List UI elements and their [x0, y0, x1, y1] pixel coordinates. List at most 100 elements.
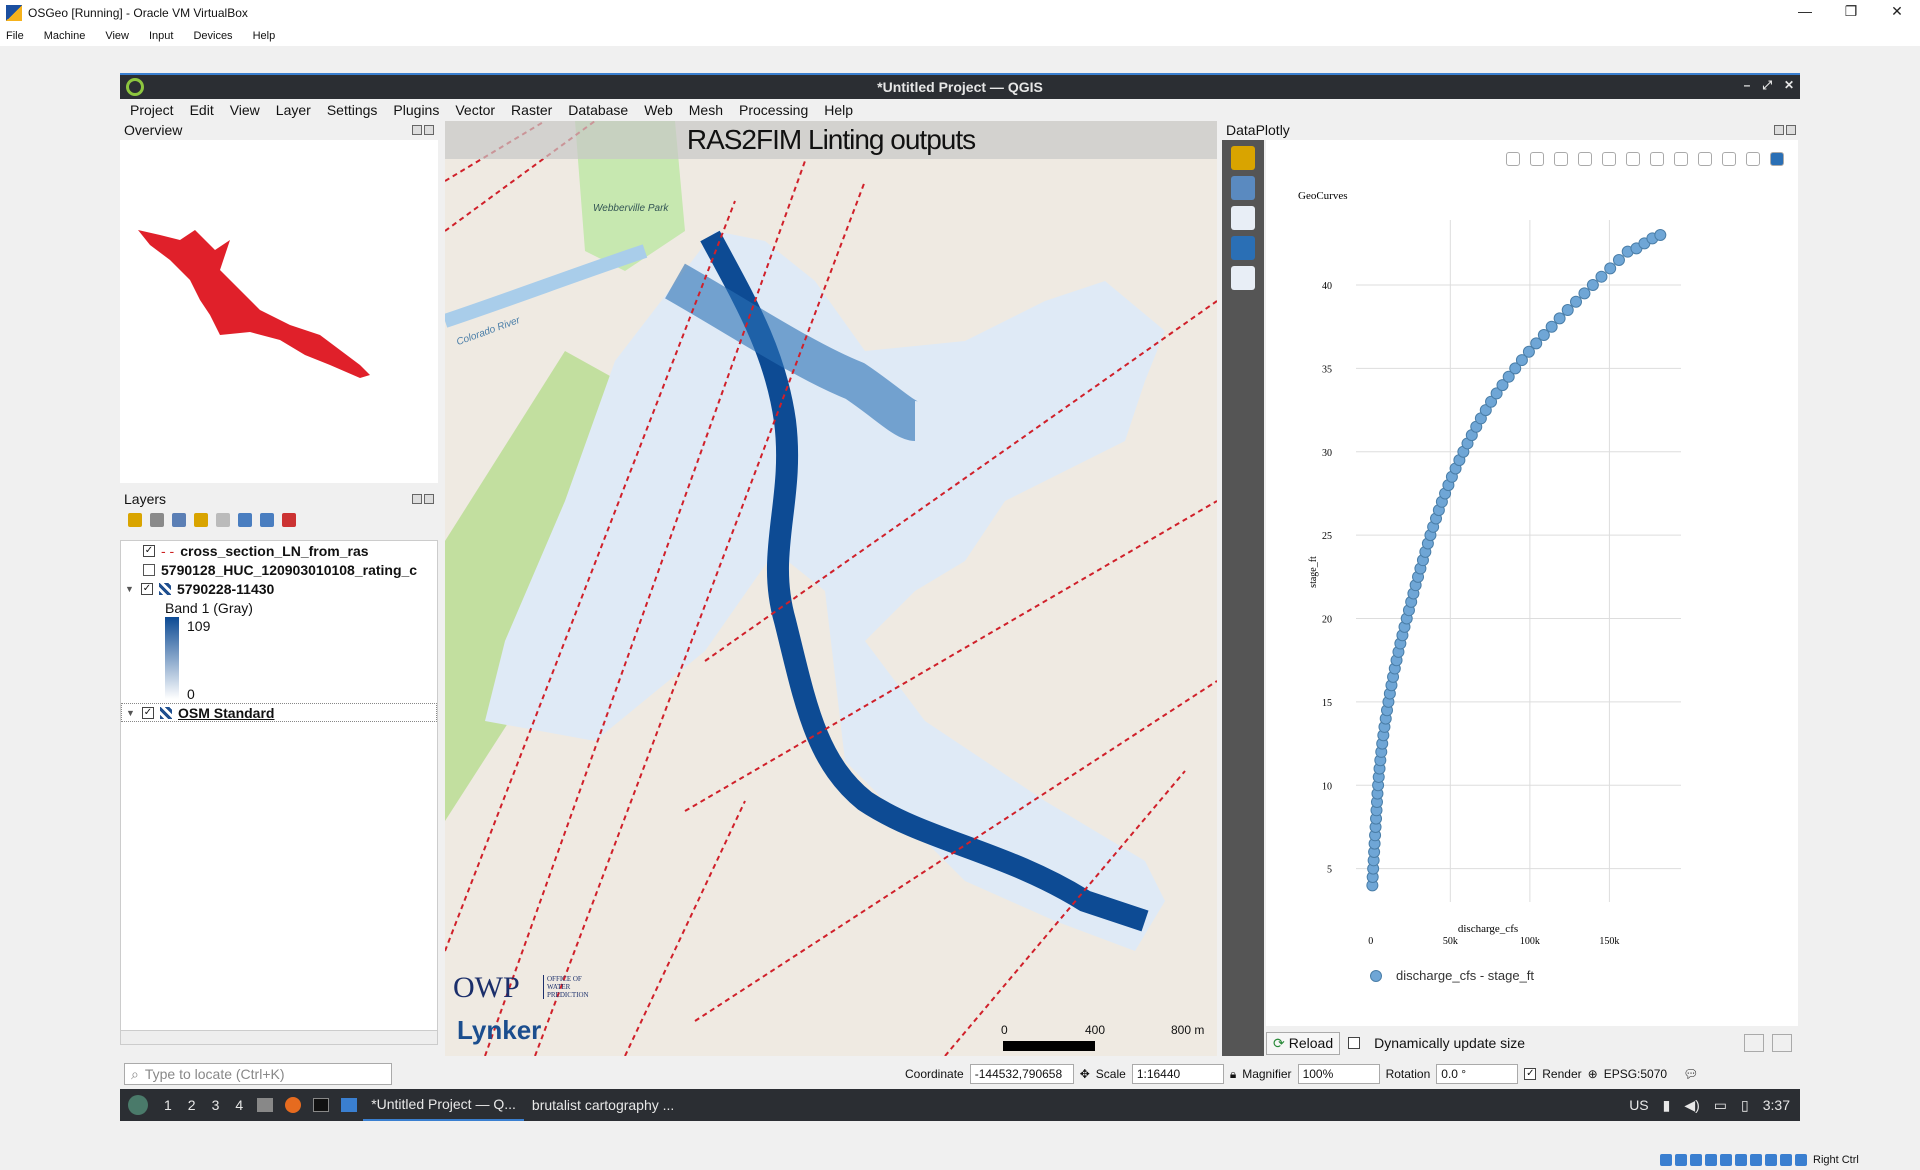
menu-view[interactable]: View — [230, 102, 260, 118]
map-canvas[interactable]: RAS2FIM Linting outputs Webberville Park… — [445, 121, 1217, 1056]
menu-help[interactable]: Help — [824, 102, 853, 118]
network-icon[interactable] — [1705, 1154, 1717, 1166]
rotation-field[interactable]: 0.0 ° — [1436, 1064, 1519, 1084]
plot-properties-icon[interactable] — [1231, 146, 1255, 170]
vbox-menu-view[interactable]: View — [105, 30, 129, 42]
display-icon[interactable] — [1750, 1154, 1762, 1166]
mouse-integration-icon[interactable] — [1795, 1154, 1807, 1166]
mouse-coordinate-icon[interactable]: ✥ — [1080, 1067, 1090, 1081]
battery-icon[interactable]: ▮ — [1663, 1097, 1671, 1114]
zoom-out-icon[interactable] — [1626, 152, 1640, 166]
close-button[interactable]: ✕ — [1874, 0, 1920, 26]
crs-icon[interactable]: ⊕ — [1588, 1067, 1598, 1081]
menu-layer[interactable]: Layer — [276, 102, 311, 118]
filter-legend-icon[interactable] — [194, 513, 208, 527]
render-checkbox[interactable]: ✓ — [1524, 1068, 1537, 1080]
close-icon[interactable] — [424, 494, 434, 504]
optical-icon[interactable] — [1675, 1154, 1687, 1166]
task-qgis[interactable]: *Untitled Project — Q... — [363, 1089, 524, 1121]
vbox-menu-machine[interactable]: Machine — [44, 30, 86, 42]
plotly-logo-icon[interactable] — [1770, 152, 1784, 166]
usb-icon[interactable] — [1720, 1154, 1732, 1166]
minimize-button[interactable]: — — [1782, 0, 1828, 26]
layer-item-raster[interactable]: ▼ ✓ 5790228-11430 — [121, 579, 274, 598]
close-icon[interactable] — [1786, 125, 1796, 135]
qgis-minimize-button[interactable]: – — [1744, 78, 1751, 93]
collapse-arrow-icon[interactable]: ▼ — [125, 584, 137, 594]
workspace-3[interactable]: 3 — [212, 1097, 220, 1113]
files-icon[interactable] — [257, 1098, 274, 1112]
hover-closest-icon[interactable] — [1722, 152, 1736, 166]
box-select-icon[interactable] — [1554, 152, 1568, 166]
magnifier-field[interactable]: 100% — [1297, 1064, 1380, 1084]
menu-web[interactable]: Web — [644, 102, 673, 118]
notification-icon[interactable]: ▯ — [1741, 1097, 1749, 1114]
volume-icon[interactable]: ◀︎) — [1684, 1097, 1699, 1114]
zoom-in-icon[interactable] — [1602, 152, 1616, 166]
terminal-icon[interactable] — [313, 1098, 330, 1112]
messages-icon[interactable]: 💬︎ — [1683, 1067, 1698, 1081]
desktop-icon[interactable] — [341, 1098, 358, 1112]
remove-layer-icon[interactable] — [282, 513, 296, 527]
collapse-arrow-icon[interactable]: ▼ — [126, 708, 138, 718]
scale-field[interactable]: 1:16440 — [1131, 1064, 1224, 1084]
export-html-icon[interactable] — [1772, 1034, 1792, 1052]
float-icon[interactable] — [1774, 125, 1784, 135]
close-icon[interactable] — [424, 125, 434, 135]
manage-visibility-icon[interactable] — [172, 513, 186, 527]
qgis-close-button[interactable]: ✕ — [1784, 78, 1794, 93]
menu-settings[interactable]: Settings — [327, 102, 378, 118]
vbox-menu-file[interactable]: File — [6, 30, 24, 42]
autoscale-icon[interactable] — [1650, 152, 1664, 166]
layer-item-cross-section[interactable]: ✓ ‑ ‑ cross_section_LN_from_ras — [121, 541, 369, 560]
zoom-icon[interactable] — [1506, 152, 1520, 166]
layer-checkbox[interactable]: ✓ — [141, 582, 153, 595]
vbox-menu-help[interactable]: Help — [253, 30, 276, 42]
keyboard-layout[interactable]: US — [1629, 1097, 1648, 1113]
horizontal-scrollbar[interactable] — [121, 1030, 437, 1044]
layer-item-rating-table[interactable]: 5790128_HUC_120903010108_rating_c — [121, 560, 417, 579]
vbox-menu-devices[interactable]: Devices — [193, 30, 232, 42]
network-icon[interactable]: ▭ — [1714, 1097, 1727, 1114]
qgis-maximize-button[interactable]: ⤢ — [1762, 78, 1772, 93]
plot-area[interactable]: GeoCurves 0 50k 100k 150k 5 10 15 20 25 30 35 40 d… — [1266, 140, 1798, 1026]
lasso-icon[interactable] — [1578, 152, 1592, 166]
workspace-2[interactable]: 2 — [188, 1097, 196, 1113]
task-firefox[interactable]: brutalist cartography ... — [524, 1097, 682, 1113]
audio-icon[interactable] — [1690, 1154, 1702, 1166]
filter-expression-icon[interactable] — [216, 513, 230, 527]
style-panel-icon[interactable] — [128, 513, 142, 527]
menu-edit[interactable]: Edit — [190, 102, 214, 118]
add-group-icon[interactable] — [150, 513, 164, 527]
float-icon[interactable] — [412, 494, 422, 504]
coordinate-field[interactable]: -144532,790658 — [969, 1064, 1074, 1084]
expand-all-icon[interactable] — [238, 513, 252, 527]
reload-button[interactable]: ⟳ Reload — [1266, 1031, 1341, 1055]
dynamic-size-checkbox[interactable] — [1348, 1037, 1361, 1049]
pan-icon[interactable] — [1530, 152, 1544, 166]
menu-mesh[interactable]: Mesh — [689, 102, 723, 118]
float-icon[interactable] — [412, 125, 422, 135]
workspace-1[interactable]: 1 — [164, 1097, 172, 1113]
spike-lines-icon[interactable] — [1698, 152, 1712, 166]
firefox-icon[interactable] — [285, 1097, 302, 1113]
restore-button[interactable]: ❐ — [1828, 0, 1874, 26]
shared-folder-icon[interactable] — [1735, 1154, 1747, 1166]
locator-input[interactable]: ⌕ Type to locate (Ctrl+K) — [124, 1063, 392, 1085]
layer-checkbox[interactable]: ✓ — [142, 706, 154, 719]
recording-icon[interactable] — [1765, 1154, 1777, 1166]
help-icon[interactable] — [1231, 236, 1255, 260]
menu-plugins[interactable]: Plugins — [393, 102, 439, 118]
start-menu-icon[interactable] — [128, 1095, 148, 1115]
menu-vector[interactable]: Vector — [455, 102, 495, 118]
menu-processing[interactable]: Processing — [739, 102, 808, 118]
menu-raster[interactable]: Raster — [511, 102, 552, 118]
layer-item-osm[interactable]: ▼ ✓ OSM Standard — [121, 703, 437, 722]
cpu-icon[interactable] — [1780, 1154, 1792, 1166]
export-image-icon[interactable] — [1744, 1034, 1764, 1052]
raw-plot-icon[interactable] — [1231, 266, 1255, 290]
plot-view-icon[interactable] — [1231, 206, 1255, 230]
overview-canvas[interactable] — [120, 140, 438, 483]
hdd-icon[interactable] — [1660, 1154, 1672, 1166]
epsg-button[interactable]: EPSG:5070 — [1604, 1067, 1667, 1081]
